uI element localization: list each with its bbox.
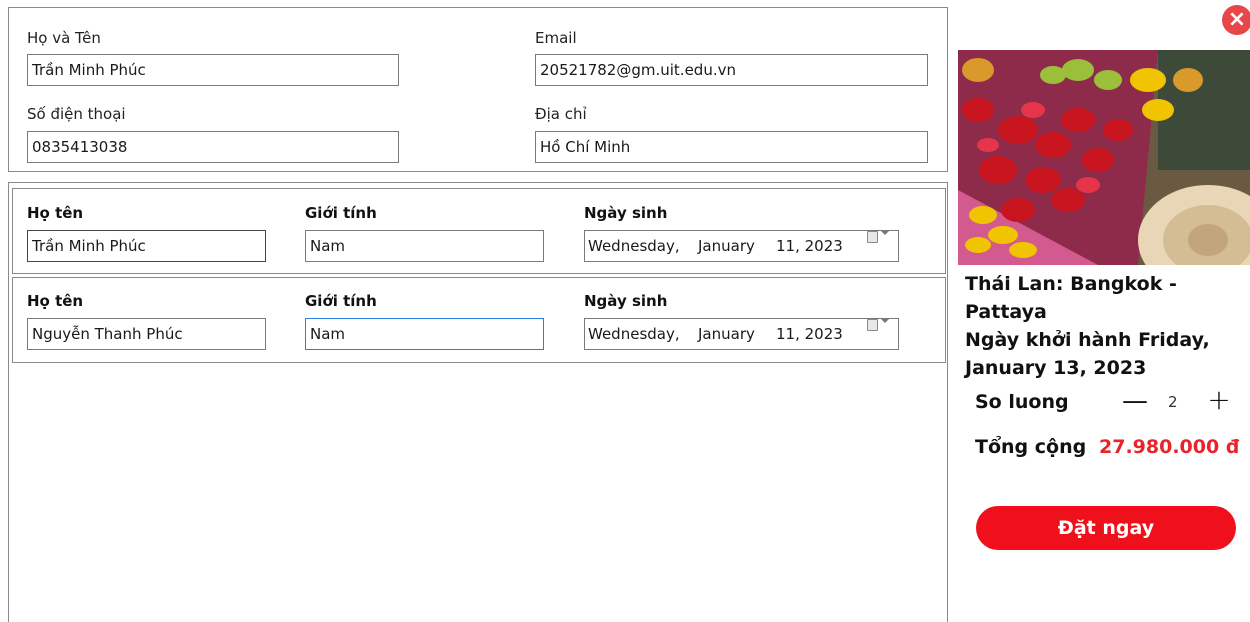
dob-weekday: Wednesday,	[588, 325, 680, 343]
passenger-dob-label: Ngày sinh	[584, 204, 668, 222]
book-now-button[interactable]: Đặt ngay	[976, 506, 1236, 550]
phone-label: Số điện thoại	[27, 105, 126, 123]
chevron-down-icon[interactable]	[881, 319, 889, 323]
full-name-input[interactable]: Trần Minh Phúc	[27, 54, 399, 86]
departure-date-line: January 13, 2023	[965, 357, 1147, 379]
address-input[interactable]: Hồ Chí Minh	[535, 131, 928, 163]
tour-title: Thái Lan: Bangkok - Pattaya Ngày khởi hà…	[965, 270, 1250, 382]
total-price: 27.980.000 đ	[1099, 436, 1240, 458]
passenger-list-panel: Họ tên Trần Minh Phúc Giới tính Nam Ngày…	[8, 182, 948, 622]
passenger-gender-label: Giới tính	[305, 204, 377, 222]
address-label: Địa chỉ	[535, 105, 587, 123]
decrease-quantity-button[interactable]: —	[1122, 388, 1148, 414]
total-label: Tổng cộng	[975, 436, 1087, 458]
passenger-gender-input[interactable]: Nam	[305, 230, 544, 262]
passenger-row: Họ tên Nguyễn Thanh Phúc Giới tính Nam N…	[12, 277, 946, 363]
dob-weekday: Wednesday,	[588, 237, 680, 255]
dob-month: January	[698, 237, 755, 255]
full-name-label: Họ và Tên	[27, 29, 101, 47]
passenger-gender-label: Giới tính	[305, 292, 377, 310]
calendar-icon[interactable]	[867, 231, 878, 243]
passenger-row: Họ tên Trần Minh Phúc Giới tính Nam Ngày…	[12, 188, 946, 274]
contact-panel: Họ và Tên Trần Minh Phúc Email 20521782@…	[8, 7, 948, 172]
passenger-dob-picker[interactable]: Wednesday, January 11, 2023	[584, 318, 899, 350]
tour-image	[958, 50, 1250, 265]
market-fruit-photo-icon	[958, 50, 1250, 265]
passenger-dob-picker[interactable]: Wednesday, January 11, 2023	[584, 230, 899, 262]
close-icon: ×	[1227, 7, 1247, 32]
passenger-name-input[interactable]: Trần Minh Phúc	[27, 230, 266, 262]
email-label: Email	[535, 29, 577, 47]
passenger-gender-input[interactable]: Nam	[305, 318, 544, 350]
quantity-label: So luong	[975, 391, 1069, 413]
email-input[interactable]: 20521782@gm.uit.edu.vn	[535, 54, 928, 86]
dob-day-year: 11, 2023	[776, 237, 843, 255]
passenger-name-input[interactable]: Nguyễn Thanh Phúc	[27, 318, 266, 350]
chevron-down-icon[interactable]	[881, 231, 889, 235]
plus-icon: +	[1207, 383, 1231, 416]
passenger-name-label: Họ tên	[27, 204, 84, 222]
tour-title-line: Thái Lan: Bangkok - Pattaya	[965, 273, 1177, 323]
close-button[interactable]: ×	[1222, 5, 1250, 35]
phone-input[interactable]: 0835413038	[27, 131, 399, 163]
minus-icon: —	[1122, 386, 1148, 416]
increase-quantity-button[interactable]: +	[1206, 386, 1232, 414]
passenger-name-label: Họ tên	[27, 292, 84, 310]
departure-date-line: Ngày khởi hành Friday,	[965, 329, 1210, 351]
calendar-icon[interactable]	[867, 319, 878, 331]
dob-day-year: 11, 2023	[776, 325, 843, 343]
quantity-value: 2	[1168, 393, 1178, 411]
dob-month: January	[698, 325, 755, 343]
passenger-dob-label: Ngày sinh	[584, 292, 668, 310]
